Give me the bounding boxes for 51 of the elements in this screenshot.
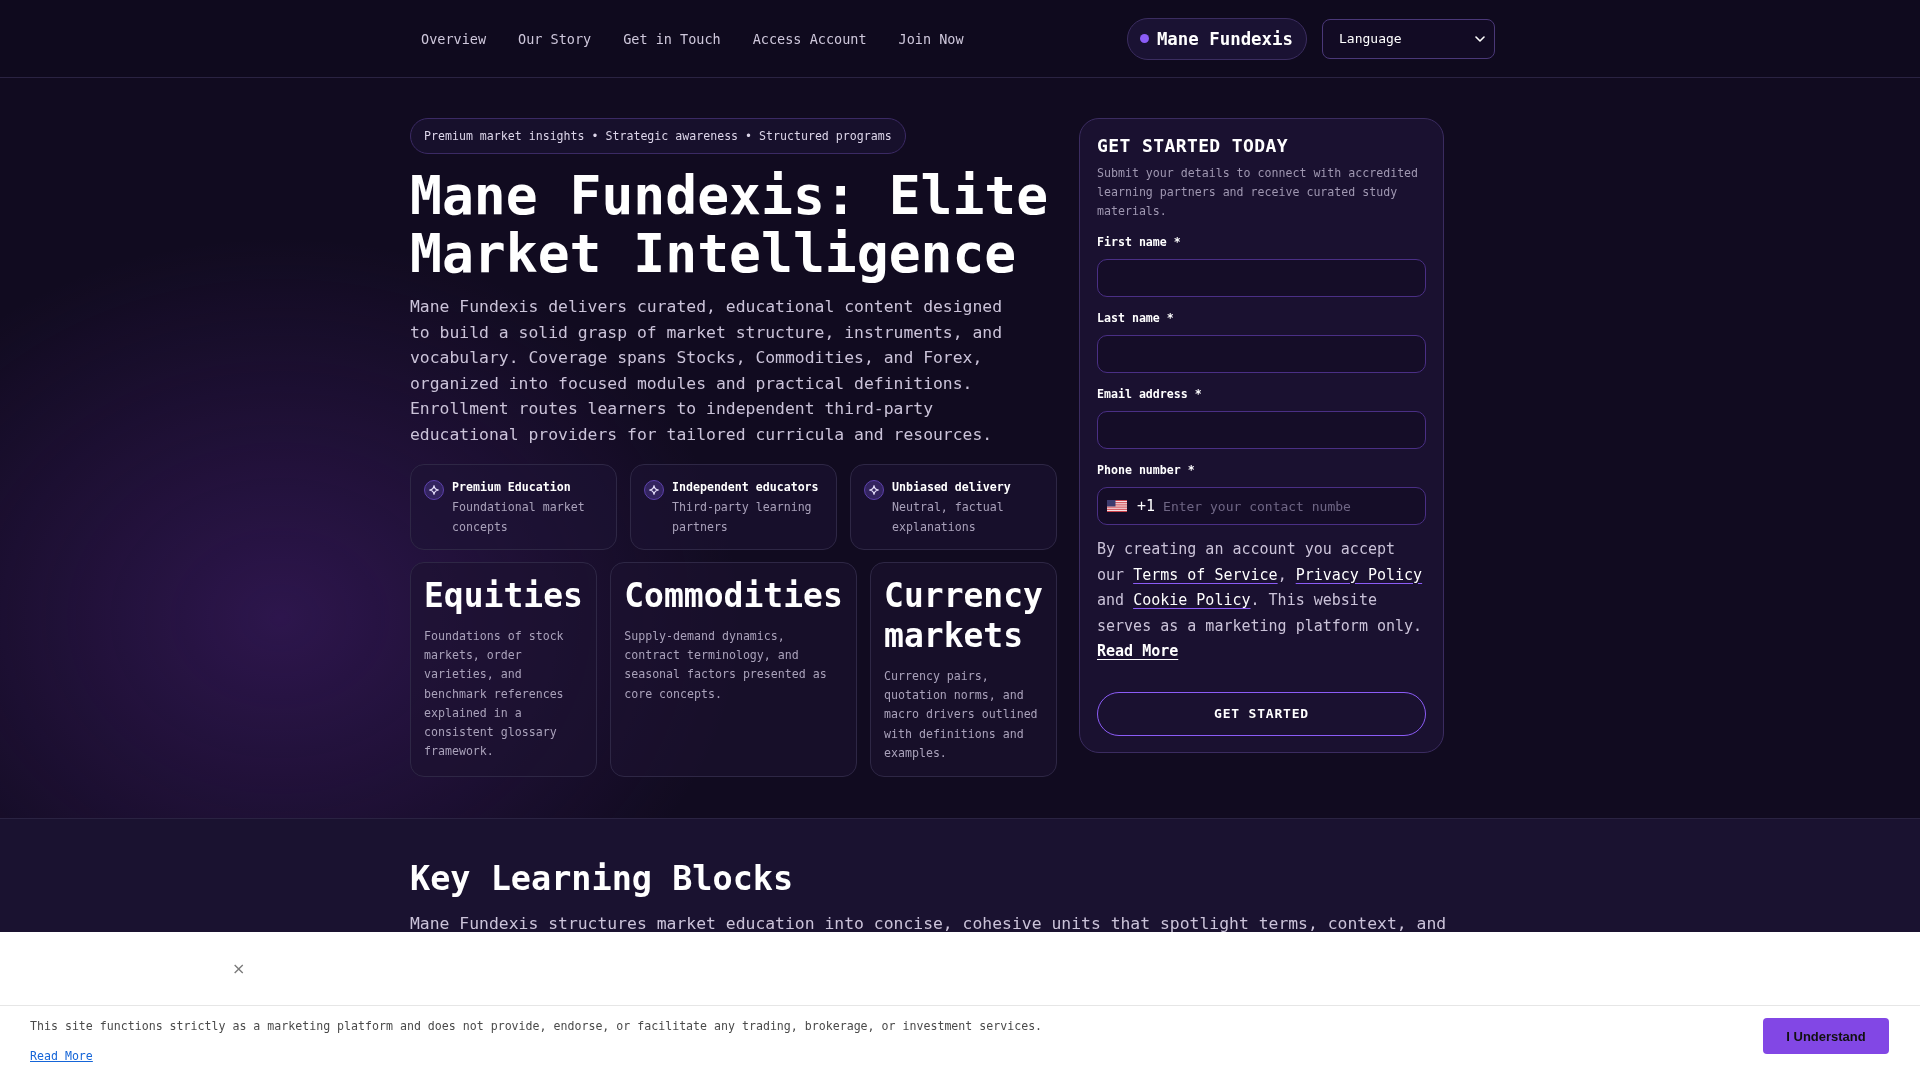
understand-button[interactable]: I Understand [1763,1018,1889,1054]
feature-title: Independent educators [672,479,820,496]
market-title: Currency markets [884,576,1043,656]
legal-link[interactable]: Privacy Policy [1295,565,1423,584]
market-description: Foundations of stock markets, order varieties, and benchmark references explained in a consistent glossary framework. [424,628,565,761]
market-title: Equities [424,576,583,616]
brand-logo[interactable]: Mane Fundexis [1126,17,1307,60]
consent-text: By creating an account you accept our Terms of Service, Privacy Policy and Cookie Policy. This website serves as a marketing platform only. Read More [1097,539,1424,662]
field-label: Email address * [1097,386,1203,402]
dot-icon [1139,34,1149,43]
phone-input[interactable]: Enter your contact numbe [1163,498,1417,514]
feature-description: Third-party learning partners [672,499,813,536]
market-description: Currency pairs, quotation norms, and macro drivers outlined with definitions and examples. [884,668,1039,762]
form-title: GET STARTED TODAY [1097,134,1290,158]
market-description: Supply-demand dynamics, contract terminology, and seasonal factors presented as core concepts. [624,628,828,703]
nav-link[interactable]: Access Account [741,22,878,55]
sparkle-icon [864,480,884,500]
nav-link[interactable]: Overview [410,22,498,55]
flag-icon [1107,500,1127,512]
hero-title: Mane Fundexis: Elite Market Intelligence [410,167,1050,282]
email-field[interactable] [1097,411,1426,449]
feature-description: Neutral, factual explanations [892,499,1005,536]
read-more-link[interactable]: Read More [30,1048,93,1064]
feature-title: Premium Education [452,479,572,496]
feature-title: Unbiased delivery [892,479,1012,496]
close-button[interactable]: × [228,959,250,978]
field-label: Phone number * [1097,462,1196,478]
field-label: Last name * [1097,310,1175,326]
sparkle-icon [424,480,444,500]
read-more-link[interactable]: Read More [1097,642,1179,660]
text-field[interactable] [1097,335,1426,373]
legal-link[interactable]: Terms of Service [1133,565,1278,584]
form-subtitle: Submit your details to connect with accredited learning partners and receive curated study materials. [1097,165,1420,220]
country-code: +1 [1137,497,1156,515]
hero-description: Mane Fundexis delivers curated, educational content designed to build a solid grasp of market structure, instruments, and vocabulary. Coverage spans Stocks, Commodities, and Forex, organized into focused modules and practical definitions. Enrollment routes learners to independent third-party educational providers for tailored curricula and resources. [410,296,1004,446]
nav-link[interactable]: Get in Touch [612,22,732,55]
section-description: Mane Fundexis structures market education into concise, cohesive units that spotlight terms, context, and [410,913,1448,935]
market-title: Commodities [624,576,843,616]
disclaimer-text: This site functions strictly as a marketing platform and does not provide, endorse, or facilitate any trading, brokerage, or investment services. [30,1018,1043,1034]
legal-link[interactable]: Cookie Policy [1133,591,1251,609]
sparkle-icon [644,480,664,500]
phone-field[interactable]: +1 Enter your contact numbe [1097,487,1426,525]
tagline-chip: Premium market insights • Strategic awareness • Structured programs [410,118,906,154]
section-title: Key Learning Blocks [410,859,795,899]
feature-description: Foundational market concepts [452,499,586,536]
chevron-down-icon [1475,35,1485,42]
nav-link[interactable]: Join Now [887,22,975,55]
field-label: First name * [1097,234,1182,250]
language-select[interactable]: Language [1322,18,1495,59]
nav-link[interactable]: Our Story [507,22,603,55]
text-field[interactable] [1097,259,1426,297]
